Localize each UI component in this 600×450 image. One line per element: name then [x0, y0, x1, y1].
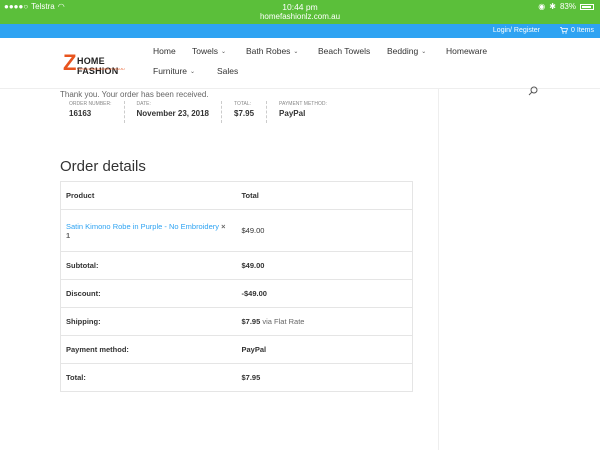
- nav-homeware-label: Homeware: [446, 46, 488, 56]
- table-row: Satin Kimono Robe in Purple - No Embroid…: [60, 209, 413, 252]
- overview-value: 16163: [69, 109, 92, 118]
- chevron-down-icon: ⌄: [190, 68, 196, 75]
- table-row: Discount: -$49.00: [60, 279, 413, 308]
- row-value: $49.00: [241, 261, 265, 270]
- top-utility-bar: Login/ Register 0 Items: [0, 24, 600, 38]
- overview-key: PAYMENT METHOD:: [279, 101, 327, 107]
- login-register-link[interactable]: Login/ Register: [493, 27, 540, 34]
- table-row: Shipping: $7.95 via Flat Rate: [60, 307, 413, 336]
- chevron-down-icon: ⌄: [293, 48, 299, 55]
- overview-value: PayPal: [279, 109, 306, 118]
- ios-status-bar: ●●●●○ Telstra ◠ 10:44 pm homefashionlz.c…: [0, 0, 600, 24]
- nav-sales-label: Sales: [217, 66, 239, 76]
- overview-order-number: ORDER NUMBER: 16163: [69, 101, 125, 123]
- overview-key: ORDER NUMBER:: [69, 101, 112, 107]
- overview-key: DATE:: [136, 101, 151, 107]
- nav-sales[interactable]: Sales: [217, 66, 238, 76]
- table-header-row: Product Total: [60, 181, 413, 210]
- overview-total: TOTAL: $7.95: [234, 101, 268, 123]
- row-label: Payment method:: [60, 335, 237, 364]
- search-icon[interactable]: [528, 86, 538, 96]
- status-right: ◉ ✱ 83%: [538, 2, 594, 11]
- battery-percent: 83%: [559, 2, 576, 11]
- table-row: Total: $7.95: [60, 363, 413, 392]
- row-value: $7.95: [241, 317, 261, 326]
- chevron-down-icon: ⌄: [220, 48, 227, 55]
- logo-name: HOME FASHION: [77, 56, 119, 76]
- row-label: Shipping:: [60, 307, 237, 336]
- site-header: Z HOME FASHION WWW.HOMEFASHIONLZ.COM.AU …: [0, 38, 600, 88]
- row-value: -$49.00: [241, 289, 267, 298]
- table-row: Subtotal: $49.00: [60, 251, 413, 280]
- nav-homeware[interactable]: Homeware: [446, 46, 487, 56]
- overview-date: DATE: November 23, 2018: [137, 101, 223, 123]
- row-label: Total:: [60, 363, 237, 392]
- address-bar[interactable]: homefashionlz.com.au: [0, 12, 600, 21]
- row-label: Subtotal:: [60, 251, 237, 280]
- shipping-method: via Flat Rate: [262, 317, 305, 326]
- nav-bedding[interactable]: Bedding ⌄: [387, 46, 426, 56]
- order-details-title: Order details: [60, 158, 146, 175]
- nav-furniture-label: Furniture: [153, 66, 188, 76]
- table-row: Payment method: PayPal: [60, 335, 413, 364]
- nav-beach-towels[interactable]: Beach Towels: [318, 46, 370, 56]
- product-cell: Satin Kimono Robe in Purple - No Embroid…: [60, 209, 237, 252]
- nav-home[interactable]: Home: [153, 46, 176, 56]
- nav-towels[interactable]: Towels ⌄: [192, 46, 226, 56]
- nav-furniture[interactable]: Furniture ⌄: [153, 66, 195, 76]
- overview-value: November 23, 2018: [136, 109, 210, 118]
- row-value: PayPal: [241, 345, 267, 354]
- nav-bath-robes[interactable]: Bath Robes ⌄: [246, 46, 298, 56]
- row-value: $7.95: [241, 373, 261, 382]
- cart-icon: [560, 27, 569, 34]
- logo-letter: Z: [63, 50, 77, 75]
- order-details-table: Product Total Satin Kimono Robe in Purpl…: [60, 181, 413, 392]
- bluetooth-icon: ✱: [549, 2, 556, 11]
- nav-bath-robes-label: Bath Robes: [246, 46, 291, 56]
- overview-key: TOTAL:: [234, 101, 252, 107]
- clock: 10:44 pm: [282, 2, 318, 12]
- product-link[interactable]: Satin Kimono Robe in Purple - No Embroid…: [66, 222, 219, 231]
- overview-payment-method: PAYMENT METHOD: PayPal: [279, 101, 339, 123]
- nav-beach-towels-label: Beach Towels: [318, 46, 371, 56]
- row-label: Discount:: [60, 279, 237, 308]
- battery-icon: [580, 3, 594, 10]
- location-icon: ◉: [538, 2, 546, 11]
- order-overview: ORDER NUMBER: 16163 DATE: November 23, 2…: [69, 101, 351, 125]
- chevron-down-icon: ⌄: [421, 48, 427, 55]
- nav-bedding-label: Bedding: [387, 46, 419, 56]
- nav-towels-label: Towels: [192, 46, 218, 56]
- cart-link[interactable]: 0 Items: [560, 27, 594, 34]
- sidebar-divider: [438, 88, 439, 450]
- logo-tagline: WWW.HOMEFASHIONLZ.COM.AU: [77, 67, 125, 71]
- site-logo[interactable]: Z HOME FASHION WWW.HOMEFASHIONLZ.COM.AU: [63, 50, 147, 77]
- column-header-product: Product: [60, 181, 237, 210]
- product-total: $49.00: [236, 209, 413, 252]
- cart-count: 0 Items: [571, 27, 594, 34]
- overview-value: $7.95: [234, 109, 255, 118]
- column-header-total: Total: [236, 181, 413, 210]
- nav-home-label: Home: [153, 46, 176, 56]
- order-received-message: Thank you. Your order has been received.: [60, 90, 209, 99]
